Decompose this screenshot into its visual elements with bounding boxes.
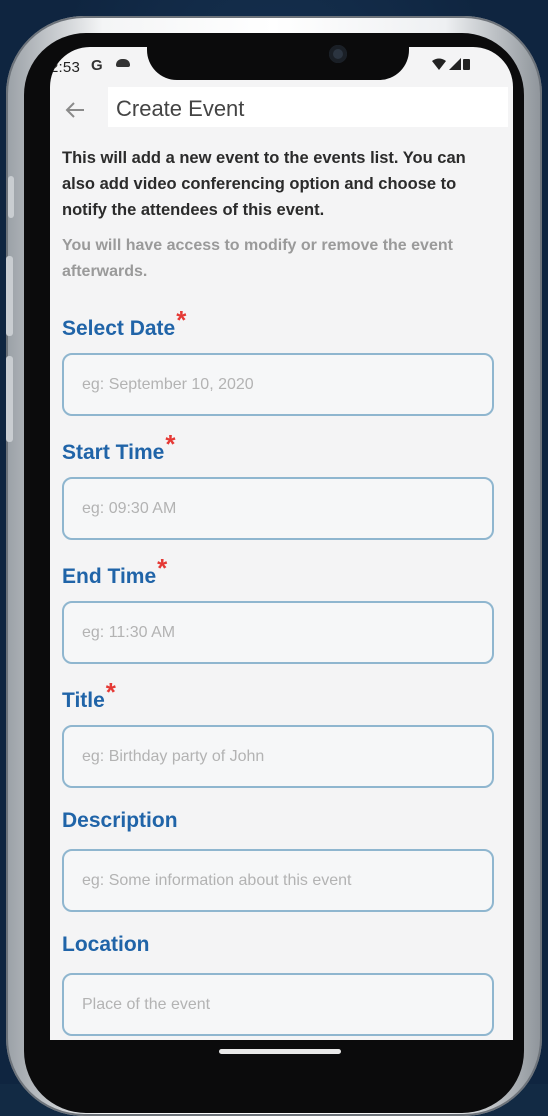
title-field[interactable] — [62, 725, 494, 788]
battery-icon — [463, 59, 471, 70]
start-time-field[interactable] — [62, 477, 494, 540]
camera-icon — [329, 45, 347, 63]
description-input[interactable] — [64, 851, 492, 910]
app-bar: Create Event — [108, 87, 508, 127]
end-time-input[interactable] — [64, 603, 492, 662]
home-indicator[interactable] — [219, 1049, 341, 1054]
required-marker: * — [165, 429, 176, 459]
label-start-time: Start Time* — [62, 429, 175, 466]
label-text: Select Date — [62, 317, 176, 340]
label-select-date: Select Date* — [62, 305, 186, 342]
phone-side-button — [6, 256, 13, 336]
label-text: End Time — [62, 565, 157, 588]
status-time: 2:53 — [50, 59, 80, 76]
google-icon: G — [91, 57, 103, 74]
location-field[interactable] — [62, 973, 494, 1036]
label-description: Description — [62, 809, 178, 833]
required-marker: * — [176, 305, 187, 335]
date-input[interactable] — [64, 355, 492, 414]
date-field[interactable] — [62, 353, 494, 416]
label-end-time: End Time* — [62, 553, 167, 590]
required-marker: * — [105, 677, 116, 707]
phone-side-button — [6, 356, 13, 442]
phone-notch — [147, 33, 409, 80]
location-input[interactable] — [64, 975, 492, 1034]
page-title: Create Event — [116, 96, 245, 121]
signal-icon — [448, 58, 461, 70]
label-title: Title* — [62, 677, 116, 714]
app-screen: 2:53 G Create Event This will add a new … — [50, 47, 513, 1040]
label-text: Description — [62, 809, 178, 832]
back-button[interactable] — [64, 99, 88, 123]
label-text: Start Time — [62, 441, 165, 464]
cloud-icon — [116, 59, 130, 67]
wifi-icon — [432, 58, 446, 70]
required-marker: * — [157, 553, 168, 583]
title-input[interactable] — [64, 727, 492, 786]
label-text: Title — [62, 689, 105, 712]
intro-note: You will have access to modify or remove… — [62, 237, 453, 280]
description-field[interactable] — [62, 849, 494, 912]
label-text: Location — [62, 933, 150, 956]
status-icons — [432, 58, 471, 73]
label-location: Location — [62, 933, 150, 957]
end-time-field[interactable] — [62, 601, 494, 664]
arrow-left-icon — [65, 102, 84, 118]
phone-side-button — [8, 176, 14, 218]
start-time-input[interactable] — [64, 479, 492, 538]
intro-text: This will add a new event to the events … — [62, 149, 466, 219]
